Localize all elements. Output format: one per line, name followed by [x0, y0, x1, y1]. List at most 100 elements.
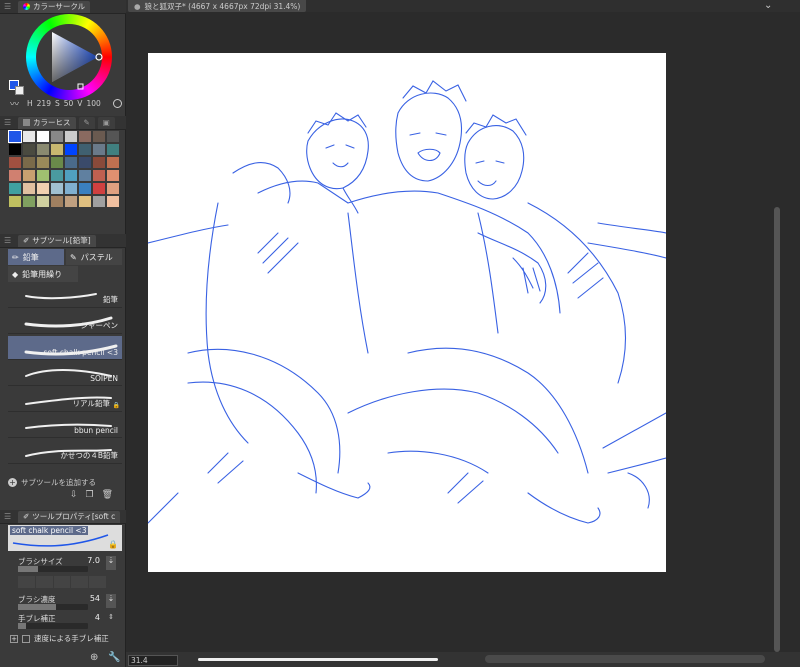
- color-wheel[interactable]: [6, 10, 116, 110]
- color-swatch[interactable]: [50, 169, 64, 182]
- color-swatch[interactable]: [36, 182, 50, 195]
- brush-size-dropdown-icon[interactable]: ⇣: [106, 556, 116, 570]
- tab-color-history[interactable]: カラーヒス: [18, 116, 76, 129]
- color-swatch[interactable]: [106, 130, 120, 143]
- brush-size-slider[interactable]: [18, 566, 88, 572]
- vertical-scroll-thumb[interactable]: [774, 207, 780, 652]
- reset-icon[interactable]: ⊕: [90, 652, 98, 663]
- color-swatch[interactable]: [106, 169, 120, 182]
- color-history-palette[interactable]: [8, 130, 120, 208]
- hardness-row[interactable]: 硬さ: [18, 576, 118, 594]
- color-swatch[interactable]: [8, 169, 22, 182]
- color-swatch[interactable]: [8, 130, 22, 143]
- expand-plus-icon[interactable]: +: [10, 634, 18, 643]
- color-swatch[interactable]: [8, 143, 22, 156]
- color-swatch[interactable]: [8, 195, 22, 208]
- color-swatch[interactable]: [64, 130, 78, 143]
- color-swatch[interactable]: [50, 182, 64, 195]
- color-swatch[interactable]: [22, 143, 36, 156]
- document-tab[interactable]: ● 狼と狐双子* (4667 x 4667px 72dpi 31.4%): [128, 0, 307, 12]
- color-swatch[interactable]: [64, 156, 78, 169]
- brush-item[interactable]: リアル鉛筆 🔒: [8, 388, 122, 412]
- color-swatch[interactable]: [50, 143, 64, 156]
- trash-icon[interactable]: 🗑: [102, 490, 113, 500]
- speed-stabilization-row[interactable]: + 速度による手ブレ補正: [10, 633, 109, 644]
- color-swatch[interactable]: [8, 182, 22, 195]
- color-swatch[interactable]: [22, 182, 36, 195]
- pastel-group-button[interactable]: ✎ パステル: [66, 249, 122, 265]
- color-swatch[interactable]: [50, 130, 64, 143]
- color-swatch[interactable]: [78, 195, 92, 208]
- panel-menu-icon[interactable]: ☰: [4, 236, 12, 245]
- brush-item[interactable]: bbun pencil: [8, 414, 122, 438]
- checkbox[interactable]: [22, 634, 30, 643]
- zoom-field[interactable]: 31.4: [128, 655, 178, 666]
- color-swatch[interactable]: [64, 195, 78, 208]
- color-swatch[interactable]: [8, 156, 22, 169]
- color-swatch[interactable]: [22, 156, 36, 169]
- color-swatch[interactable]: [106, 156, 120, 169]
- brush-item[interactable]: シャーペン: [8, 310, 122, 334]
- chevron-down-icon[interactable]: ⌄: [764, 0, 772, 11]
- color-swatch[interactable]: [106, 143, 120, 156]
- color-swatch[interactable]: [92, 195, 106, 208]
- add-subtool-button[interactable]: + サブツールを追加する: [8, 475, 122, 489]
- color-swatch[interactable]: [36, 169, 50, 182]
- color-swatch[interactable]: [64, 143, 78, 156]
- color-swatch[interactable]: [36, 130, 50, 143]
- panel-menu-icon[interactable]: ☰: [4, 512, 12, 521]
- import-icon[interactable]: ⇩: [70, 490, 78, 500]
- brush-item[interactable]: soft chalk pencil <3: [8, 336, 122, 360]
- density-slider[interactable]: [18, 604, 88, 610]
- home-indicator: [198, 658, 438, 661]
- color-swatch[interactable]: [64, 169, 78, 182]
- color-swatch[interactable]: [92, 169, 106, 182]
- color-swatch[interactable]: [78, 156, 92, 169]
- tab-subtool[interactable]: ✐ サブツール[鉛筆]: [18, 234, 96, 247]
- color-swatch[interactable]: [78, 130, 92, 143]
- panel-menu-icon[interactable]: ☰: [4, 118, 12, 127]
- saturation-value: 50: [63, 99, 74, 108]
- duplicate-icon[interactable]: ❐: [86, 490, 94, 500]
- color-swatch[interactable]: [36, 195, 50, 208]
- tab-tool-property[interactable]: ✐ ツールプロパティ[soft c: [18, 510, 121, 523]
- hardness-steps[interactable]: [18, 576, 106, 588]
- pencil-group-button[interactable]: ✏ 鉛筆: [8, 249, 64, 265]
- color-swatch[interactable]: [78, 143, 92, 156]
- brush-item[interactable]: かせつの４B鉛筆: [8, 440, 122, 464]
- color-swatch[interactable]: [22, 169, 36, 182]
- color-swatch[interactable]: [92, 156, 106, 169]
- drawing-canvas[interactable]: [147, 53, 667, 572]
- stabilization-slider[interactable]: [18, 623, 88, 629]
- color-swatch[interactable]: [106, 195, 120, 208]
- color-swatch[interactable]: [78, 169, 92, 182]
- color-swatch[interactable]: [92, 130, 106, 143]
- color-swatch[interactable]: [36, 143, 50, 156]
- brush-size-row[interactable]: ブラシサイズ 7.0 ⇣: [18, 556, 118, 574]
- tab-pen-icon[interactable]: ✎: [78, 116, 95, 129]
- density-row[interactable]: ブラシ濃度 54 ⇣: [18, 594, 118, 612]
- color-swatch[interactable]: [64, 182, 78, 195]
- color-swatch[interactable]: [50, 156, 64, 169]
- color-swatch[interactable]: [78, 182, 92, 195]
- brush-item[interactable]: 鉛筆: [8, 284, 122, 308]
- horizontal-scrollbar[interactable]: [485, 655, 765, 663]
- stabilization-spin-icon[interactable]: ⇕: [108, 613, 114, 621]
- color-swatch[interactable]: [36, 156, 50, 169]
- color-swatch[interactable]: [22, 195, 36, 208]
- pencil-fill-group-button[interactable]: ◆ 鉛筆用繰り: [8, 266, 78, 282]
- vertical-scrollbar[interactable]: [772, 12, 782, 652]
- color-swatch[interactable]: [92, 143, 106, 156]
- density-dropdown-icon[interactable]: ⇣: [106, 594, 116, 608]
- lock-icon[interactable]: 🔒: [108, 540, 118, 549]
- color-swatch[interactable]: [50, 195, 64, 208]
- sub-color-swatch[interactable]: [15, 86, 24, 95]
- wrench-icon[interactable]: 🔧: [108, 652, 120, 663]
- color-swatch[interactable]: [106, 182, 120, 195]
- color-swatch[interactable]: [92, 182, 106, 195]
- stabilization-row[interactable]: 手ブレ補正 4 ⇕: [18, 613, 118, 631]
- brush-item[interactable]: SOIPEN: [8, 362, 122, 386]
- color-swatch[interactable]: [22, 130, 36, 143]
- color-mode-icon[interactable]: [112, 99, 122, 108]
- tab-image-icon[interactable]: ▣: [97, 116, 115, 129]
